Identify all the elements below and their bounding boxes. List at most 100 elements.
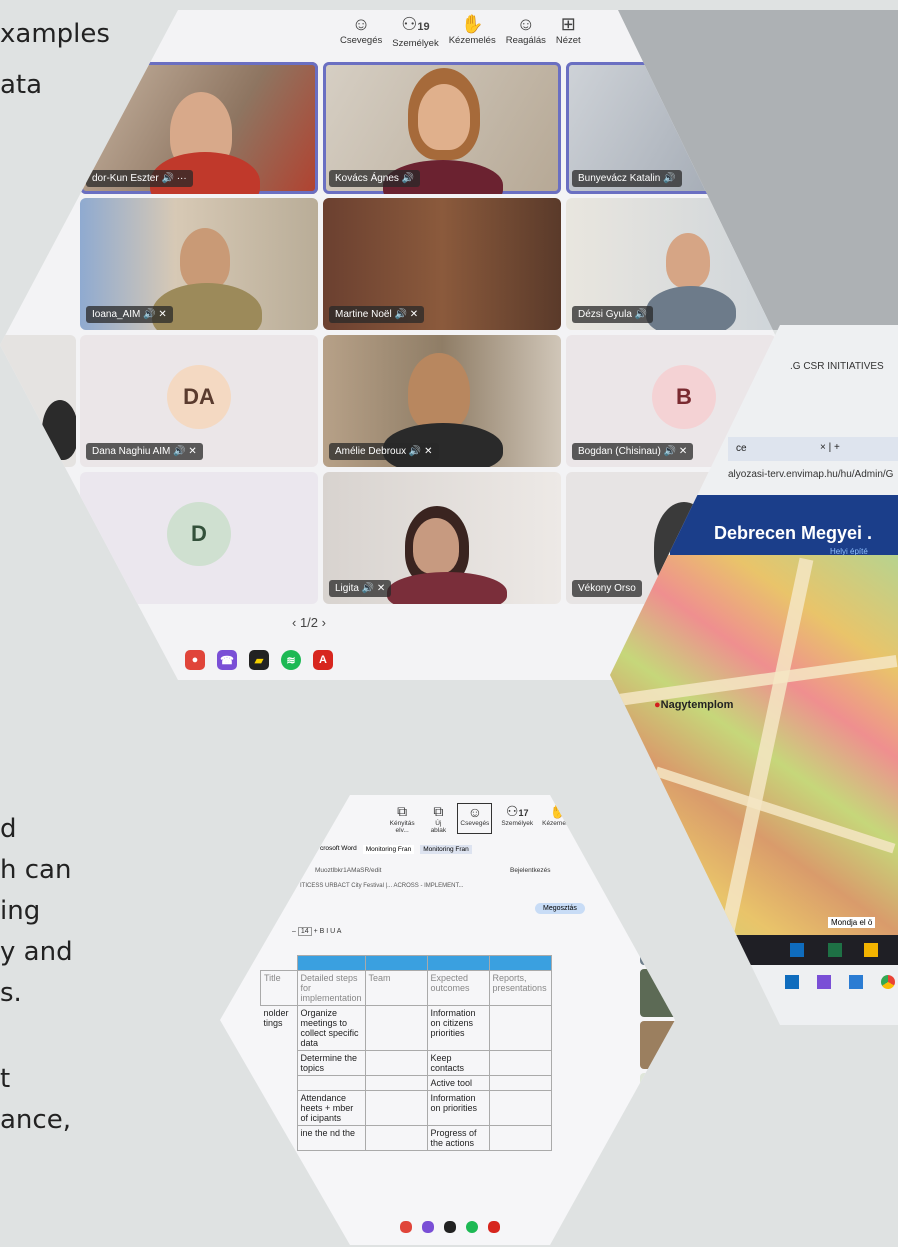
view-button[interactable]: ⊞ Nézet [556,10,581,65]
participant-tile[interactable]: Kovács Ágnes 🔊 [323,62,561,194]
table-cell[interactable] [364,1075,428,1091]
participant-tile[interactable]: Ioana_AIM 🔊 ✕ [80,198,318,330]
address-bar[interactable]: Muoztlbkr1AMaSR/edit [315,867,381,874]
table-cell[interactable] [296,1075,366,1091]
react-label: Reagálás [505,35,546,46]
map-view[interactable]: ●Nagytemplom Mondja el ö [610,555,898,935]
table-cell[interactable]: Information on citizens priorities [426,1005,490,1051]
table-cell[interactable]: Determine the topics [296,1050,366,1076]
browser-tab[interactable]: crosoft Word [320,845,357,854]
participant-name: Ligita 🔊 ✕ [329,580,392,597]
participant-name: Dézsi Gyula 🔊 [572,306,654,323]
browser-tab[interactable]: Monitoring Fran [362,845,415,854]
address-bar[interactable]: alyozasi-terv.envimap.hu/hu/Admin/G [728,469,893,480]
new-window-button[interactable]: ⧉ Új ablak [428,803,448,834]
text-line: ata [0,70,43,100]
table-cell[interactable]: Progress of the actions [426,1125,490,1151]
login-button[interactable]: Bejelentkezés [510,867,550,874]
table-cell[interactable] [364,1005,428,1051]
document-screenshot: ⧉ Kényitás elv... ⧉ Új ablak ☺ Csevegés ⚇17… [220,795,675,1245]
map-title: Debrecen Megyei . [714,523,873,543]
table-cell[interactable] [364,1090,428,1126]
browser-tab[interactable]: ce × | + [728,437,898,461]
people-button[interactable]: ⚇17 Személyek [501,803,533,834]
word-icon[interactable] [849,975,863,989]
participant-tile[interactable]: Amélie Debroux 🔊 ✕ [323,335,561,467]
viber-icon[interactable]: ☎ [217,650,237,670]
teams-icon[interactable] [817,975,831,989]
participant-name-text: Amélie Debroux [335,446,407,457]
taskbar: ● ☎ ▰ ≋ A [185,650,333,670]
participant-thumbnail[interactable] [640,1021,675,1069]
close-tab-icon[interactable]: × | + [820,442,840,453]
table-cell[interactable]: ine the nd the [296,1125,366,1151]
participant-name: Vékony Orso [572,580,642,597]
participant-tile[interactable] [0,335,76,467]
table-cell[interactable]: Organize meetings to collect specific da… [296,1005,366,1051]
more-label: Továbbiak [645,819,675,826]
chat-button[interactable]: ☺ Csevegés [340,10,382,65]
chat-label: Csevegés [460,820,490,827]
more-button[interactable]: ··· Továbbiak [646,803,675,834]
raise-hand-button[interactable]: ✋ Kézemelés [449,10,496,65]
participant-tile[interactable]: Martine Noël 🔊 ✕ [323,198,561,330]
more-icon: ··· [653,803,668,819]
table-cell[interactable]: Information on priorities [426,1090,490,1126]
feedback-label[interactable]: Mondja el ö [828,917,876,928]
participant-tile[interactable]: dor-Kun Eszter 🔊 ··· [80,62,318,194]
app-icon[interactable] [400,1221,412,1233]
browser-tab[interactable]: Monitoring Fran [420,845,472,854]
people-icon: ⚇17 [505,803,529,819]
pdf-icon[interactable] [488,1221,500,1233]
emoji-icon: ☺ [516,14,535,34]
spotify-icon[interactable] [466,1221,478,1233]
viber-icon[interactable] [422,1221,434,1233]
table-cell[interactable] [488,1005,552,1051]
chat-button[interactable]: ☺ Csevegés [457,803,493,834]
folder-icon[interactable] [864,943,878,957]
pdf-icon[interactable]: A [313,650,333,670]
avatar[interactable]: AC [640,1073,675,1121]
more-options-icon[interactable]: ··· [177,173,187,184]
participant-thumbnail[interactable] [640,917,675,965]
participant-tile[interactable]: DA Dana Naghiu AIM 🔊 ✕ [80,335,318,467]
app-icon[interactable]: ● [185,650,205,670]
map-road [720,557,814,933]
table-cell[interactable] [364,1125,428,1151]
raise-hand-button[interactable]: ✋ Kézemelés [542,803,574,834]
participant-name: Martine Noël 🔊 ✕ [329,306,425,323]
participant-thumbnail[interactable] [640,969,675,1017]
excel-icon[interactable] [828,943,842,957]
view-button[interactable]: ⊞ Nézet [620,803,637,834]
table-header: Team [364,970,428,1006]
participant-name: dor-Kun Eszter 🔊 ··· [86,170,193,187]
map-marker[interactable]: ●Nagytemplom [654,699,733,711]
table-cell[interactable] [488,1075,552,1091]
share-button[interactable]: Megosztás [535,903,585,914]
table-cell[interactable] [364,1050,428,1076]
participant-tile[interactable]: Ligita 🔊 ✕ [323,472,561,604]
spotify-icon[interactable]: ≋ [281,650,301,670]
table-cell[interactable]: Keep contacts [426,1050,490,1076]
undock-button[interactable]: ⧉ Kényitás elv... [385,803,419,834]
edge-icon[interactable] [785,975,799,989]
table-cell[interactable] [488,1125,552,1151]
people-button[interactable]: ⚇19 Személyek [392,10,438,65]
react-button[interactable]: ☺ Reagálás [506,10,546,65]
sticky-notes-icon[interactable]: ▰ [249,650,269,670]
table-cell[interactable]: Active tool [426,1075,490,1091]
chrome-icon[interactable] [881,975,895,989]
map-road [654,766,896,854]
raise-hand-icon: ✋ [461,14,484,34]
participant-tile[interactable]: D [80,472,318,604]
pager[interactable]: ‹ 1/2 › [292,615,326,630]
table-cell[interactable]: Attendance heets + mber of icipants [296,1090,366,1126]
font-size-field[interactable]: 14 [297,927,312,936]
raise-hand-icon: ✋ [549,803,567,819]
participant-thumbnail[interactable] [640,865,675,913]
sticky-notes-icon[interactable] [444,1221,456,1233]
react-button[interactable]: ☺ Reagálás [583,803,610,834]
outlook-icon[interactable] [790,943,804,957]
table-cell[interactable] [488,1090,552,1126]
table-cell[interactable] [488,1050,552,1076]
